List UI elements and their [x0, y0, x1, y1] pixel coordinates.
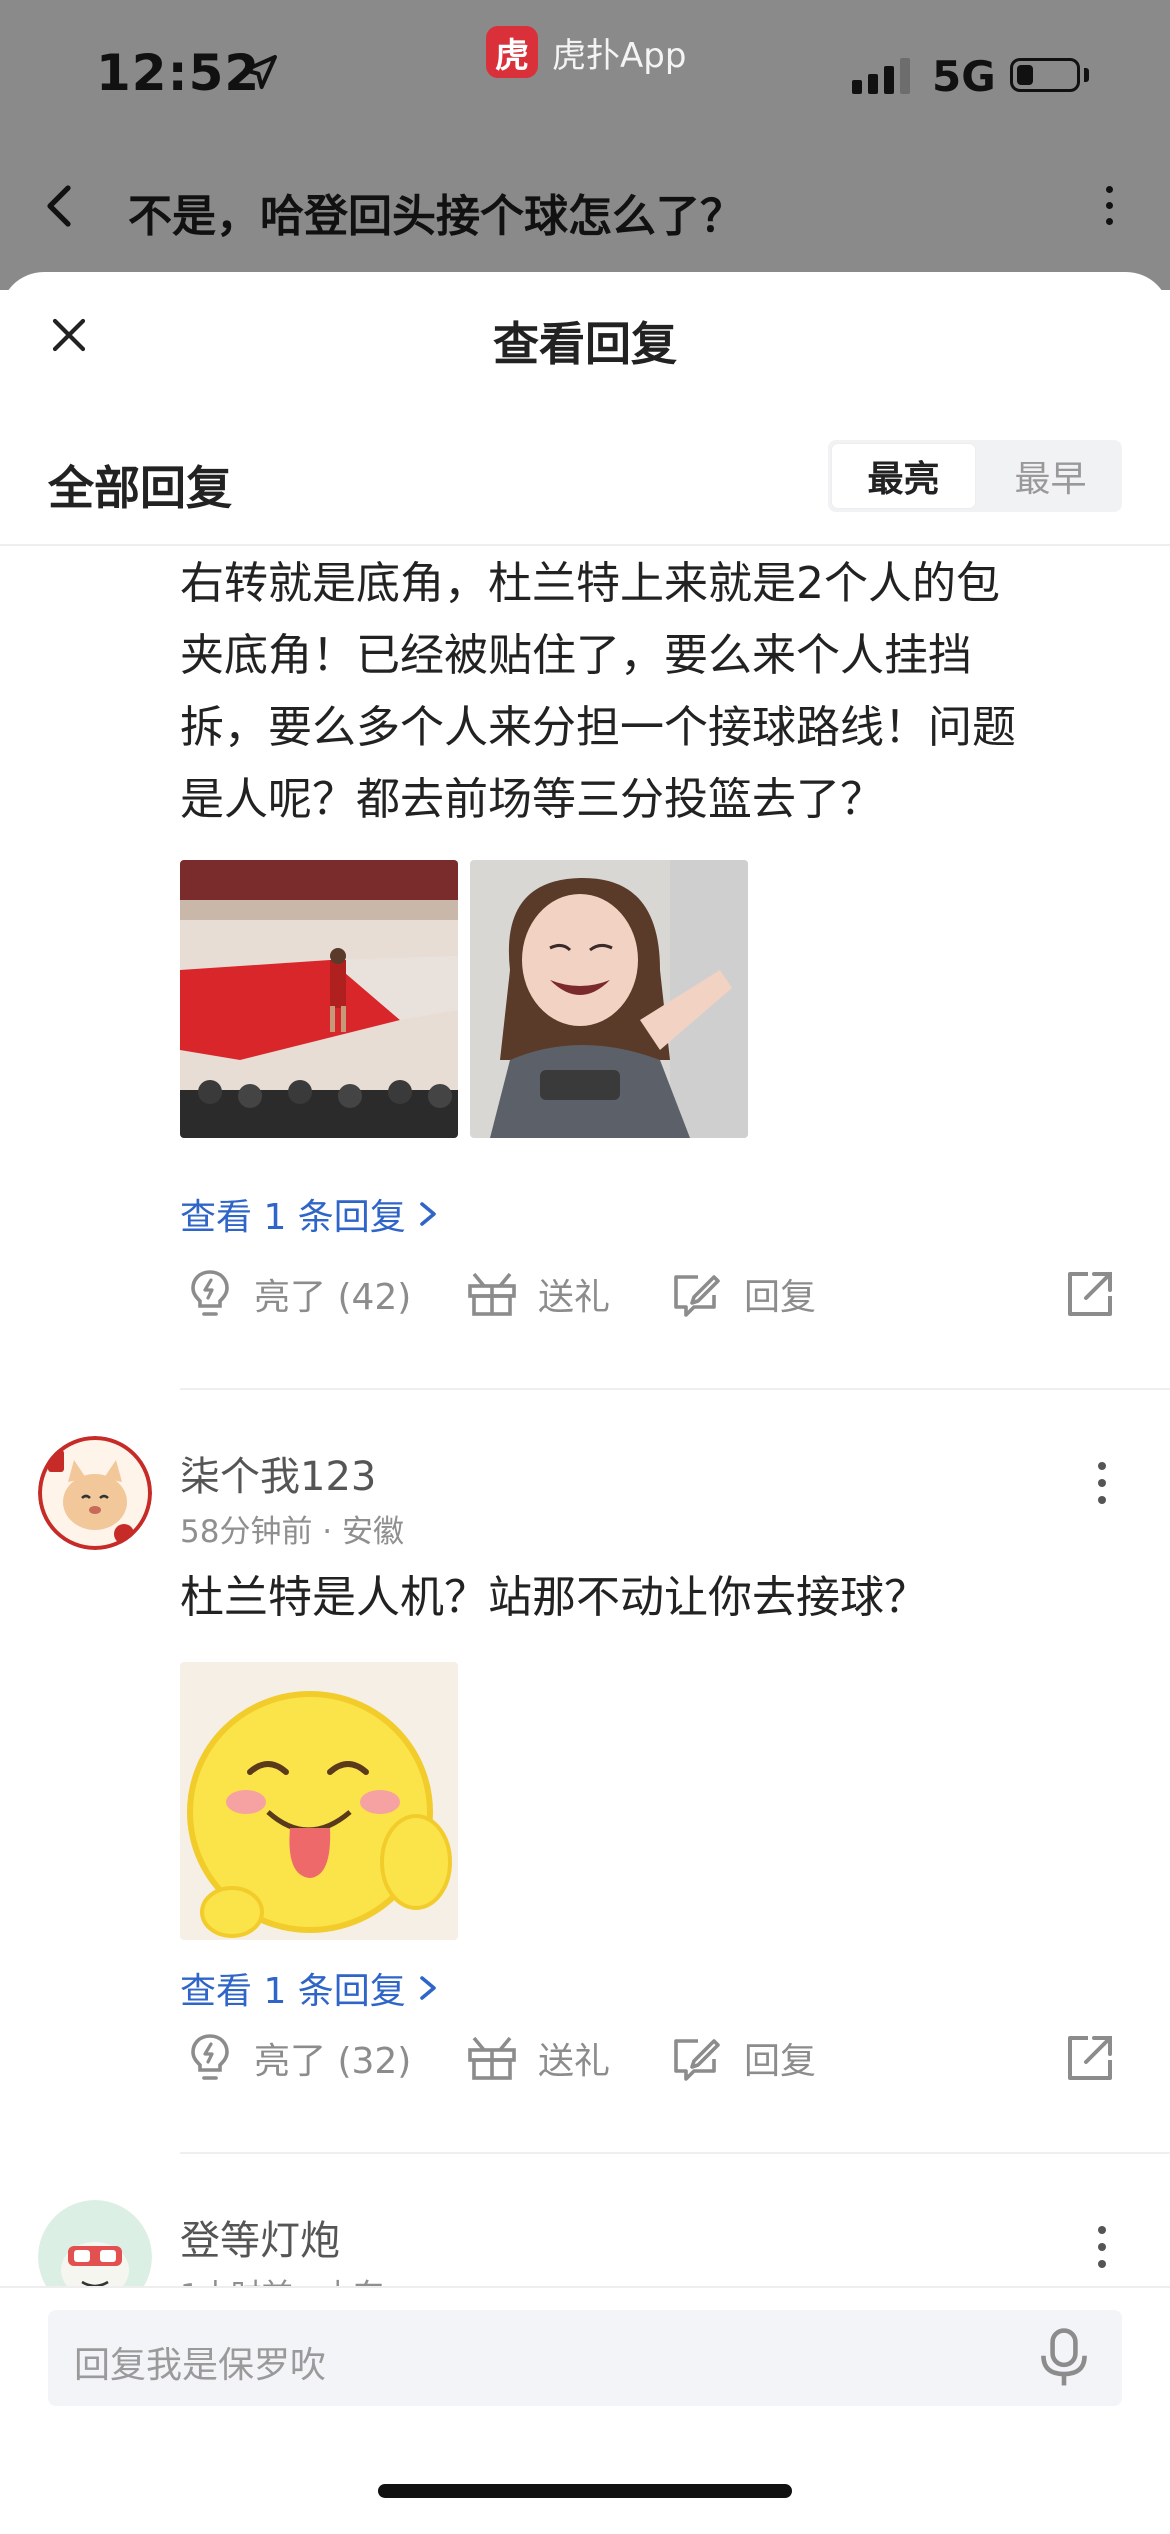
comment-text: 右转就是底角，杜兰特上来就是2个人的包 夹底角！已经被贴住了，要么来个人挂挡 拆…: [180, 548, 1120, 836]
light-count: 亮了 (32): [254, 2041, 412, 2082]
reply-input[interactable]: 回复我是保罗吹: [48, 2310, 1122, 2406]
share-icon[interactable]: [1064, 1268, 1116, 1320]
lightbulb-icon: [191, 2034, 229, 2080]
comment-line: 夹底角！已经被贴住了，要么来个人挂挡: [180, 630, 972, 681]
app-logo-icon: 虎: [486, 26, 538, 78]
comment-actions: 亮了 (32) 送礼 回复: [180, 2032, 1140, 2102]
light-count: 亮了 (42): [254, 1277, 412, 1318]
back-chevron-icon[interactable]: [40, 182, 80, 230]
sort-option-earliest[interactable]: 最早: [979, 440, 1122, 512]
sheet-title: 查看回复: [493, 317, 677, 371]
app-indicator[interactable]: 虎 虎扑App: [486, 26, 686, 78]
network-type: 5G: [932, 52, 996, 101]
gift-button[interactable]: 送礼: [466, 1268, 610, 1320]
view-replies-label: 查看 1 条回复: [180, 1971, 406, 2012]
comment-image-laughing[interactable]: [470, 860, 748, 1138]
gift-icon: [468, 2036, 516, 2080]
replies-list[interactable]: 右转就是底角，杜兰特上来就是2个人的包 夹底角！已经被贴住了，要么来个人挂挡 拆…: [0, 548, 1170, 2484]
background-nav-bar: 不是，哈登回头接个球怎么了？: [0, 160, 1170, 250]
sheet-header: 查看回复: [0, 272, 1170, 402]
status-bar: 12:52 虎 虎扑App 5G: [0, 0, 1170, 140]
comment-line: 右转就是底角，杜兰特上来就是2个人的包: [180, 558, 1000, 609]
reply-label: 回复: [744, 1277, 817, 1318]
light-button[interactable]: 亮了 (42): [186, 1268, 411, 1320]
sort-toggle: 最亮 最早: [828, 440, 1122, 512]
comment-meta: 58分钟前 · 安徽: [180, 1514, 405, 1550]
gift-button[interactable]: 送礼: [466, 2032, 610, 2084]
gift-label: 送礼: [538, 1277, 611, 1318]
reply-placeholder: 回复我是保罗吹: [74, 2345, 327, 2386]
edit-reply-icon: [674, 2039, 720, 2081]
battery-icon: [1010, 58, 1080, 92]
comment-text: 杜兰特是人机？站那不动让你去接球？: [180, 1572, 928, 1623]
all-replies-title: 全部回复: [48, 461, 232, 515]
app-name: 虎扑App: [552, 35, 687, 76]
comment-more-icon[interactable]: [1098, 1462, 1106, 1504]
view-replies-link[interactable]: 查看 1 条回复: [180, 1188, 438, 1240]
comment-more-icon[interactable]: [1098, 2226, 1106, 2268]
comment-actions: 亮了 (42) 送礼 回复: [180, 1268, 1140, 1338]
home-indicator[interactable]: [378, 2484, 792, 2498]
lightbulb-icon: [191, 1270, 229, 1316]
view-replies-label: 查看 1 条回复: [180, 1197, 406, 1238]
reply-label: 回复: [744, 2041, 817, 2082]
comment-divider: [180, 2152, 1170, 2154]
section-divider: [0, 544, 1170, 546]
username[interactable]: 登等灯炮: [180, 2208, 340, 2266]
location-arrow-icon: [243, 55, 277, 89]
battery-tip: [1084, 68, 1089, 82]
reply-button[interactable]: 回复: [670, 2032, 816, 2084]
gift-icon: [468, 1272, 516, 1316]
light-button[interactable]: 亮了 (32): [186, 2032, 411, 2084]
microphone-icon[interactable]: [1036, 2326, 1092, 2390]
view-replies-link[interactable]: 查看 1 条回复: [180, 1962, 438, 2014]
comment-divider: [180, 1388, 1170, 1390]
gift-label: 送礼: [538, 2041, 611, 2082]
chevron-right-icon: [419, 1202, 436, 1226]
reply-button[interactable]: 回复: [670, 1268, 816, 1320]
username[interactable]: 柒个我123: [180, 1444, 376, 1502]
comment-line: 是人呢？都去前场等三分投篮去了？: [180, 774, 884, 825]
chevron-right-icon: [419, 1976, 436, 2000]
comment-line: 拆，要么多个人来分担一个接球路线！问题: [180, 702, 1016, 753]
avatar[interactable]: [38, 1436, 152, 1550]
comment-image-emoji[interactable]: [180, 1662, 458, 1940]
share-icon[interactable]: [1064, 2032, 1116, 2084]
comment-image-basketball[interactable]: [180, 860, 458, 1138]
edit-reply-icon: [674, 1275, 720, 1317]
section-header: 全部回复 最亮 最早: [0, 432, 1170, 542]
status-time: 12:52: [96, 44, 261, 102]
sort-option-hottest[interactable]: 最亮: [832, 444, 975, 508]
thread-title: 不是，哈登回头接个球怎么了？: [128, 191, 744, 242]
signal-strength-icon: [852, 58, 910, 94]
replies-sheet: 查看回复 全部回复 最亮 最早 右转就是底角，杜兰特上来就是2个人的包 夹底角！…: [0, 272, 1170, 2532]
more-options-icon[interactable]: [1106, 186, 1113, 225]
